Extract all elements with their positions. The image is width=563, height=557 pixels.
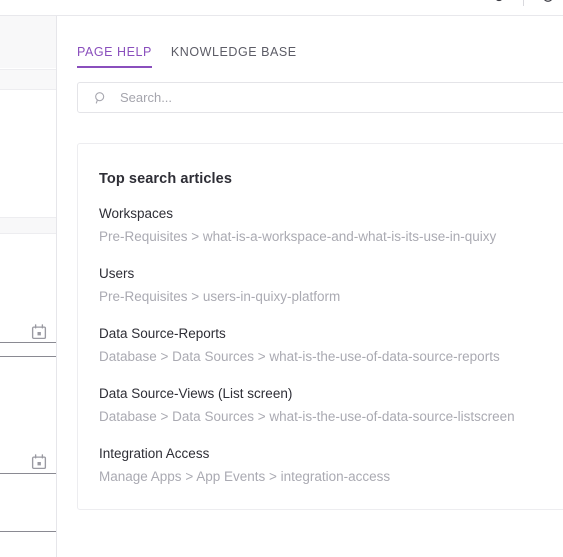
- toolbar-icon-1[interactable]: [391, 0, 409, 5]
- toolbar-divider: [523, 0, 524, 6]
- top-search-articles-card: Top search articles Workspaces Pre-Requi…: [77, 143, 563, 510]
- article-title: Workspaces: [99, 206, 174, 221]
- form-field-block-3: [0, 218, 56, 233]
- toolbar-icon-5[interactable]: [539, 0, 557, 5]
- search-field[interactable]: [77, 82, 563, 113]
- article-title: Data Source-Views (List screen): [99, 386, 293, 401]
- search-input[interactable]: [120, 83, 563, 112]
- calendar-icon[interactable]: [30, 323, 48, 341]
- toolbar-icon-group: [391, 0, 557, 6]
- toolbar-icon-2[interactable]: [424, 0, 442, 5]
- search-icon: [92, 90, 108, 106]
- list-item[interactable]: Data Source-Reports Database > Data Sour…: [99, 324, 563, 367]
- tab-knowledge-base[interactable]: KNOWLEDGE BASE: [171, 45, 297, 68]
- form-field-block-2: [0, 70, 56, 89]
- card-title: Top search articles: [99, 171, 232, 187]
- form-row-divider-6: [0, 356, 56, 357]
- article-breadcrumb: Pre-Requisites > what-is-a-workspace-and…: [99, 229, 497, 244]
- form-row-divider-1: [0, 69, 56, 70]
- toolbar-icon-3[interactable]: [457, 0, 475, 5]
- article-title: Users: [99, 266, 135, 281]
- tab-page-help[interactable]: PAGE HELP: [77, 45, 152, 68]
- list-item[interactable]: Workspaces Pre-Requisites > what-is-a-wo…: [99, 204, 563, 247]
- form-row-divider-4: [0, 233, 56, 234]
- help-tab-bar: PAGE HELP KNOWLEDGE BASE: [77, 45, 297, 68]
- article-breadcrumb: Manage Apps > App Events > integration-a…: [99, 469, 391, 484]
- form-row-divider-3: [0, 217, 56, 218]
- toolbar-icon-4[interactable]: [490, 0, 508, 5]
- background-form-panel: [0, 16, 57, 557]
- form-row-divider-7: [0, 473, 56, 474]
- form-row-divider-8: [0, 531, 56, 532]
- article-title: Data Source-Reports: [99, 326, 226, 341]
- form-row-divider-2: [0, 89, 56, 90]
- list-item[interactable]: Integration Access Manage Apps > App Eve…: [99, 444, 563, 487]
- help-panel-screen: PAGE HELP KNOWLEDGE BASE Top search arti…: [0, 0, 563, 557]
- article-breadcrumb: Database > Data Sources > what-is-the-us…: [99, 349, 500, 364]
- article-breadcrumb: Pre-Requisites > users-in-quixy-platform: [99, 289, 341, 304]
- top-toolbar: [0, 0, 563, 16]
- list-item[interactable]: Data Source-Views (List screen) Database…: [99, 384, 563, 427]
- calendar-icon[interactable]: [30, 453, 48, 471]
- article-breadcrumb: Database > Data Sources > what-is-the-us…: [99, 409, 515, 424]
- help-panel: PAGE HELP KNOWLEDGE BASE Top search arti…: [57, 16, 563, 557]
- form-row-divider-5: [0, 342, 56, 343]
- list-item[interactable]: Users Pre-Requisites > users-in-quixy-pl…: [99, 264, 563, 307]
- article-title: Integration Access: [99, 446, 210, 461]
- form-field-block-1: [0, 16, 56, 68]
- article-list: Workspaces Pre-Requisites > what-is-a-wo…: [78, 187, 563, 509]
